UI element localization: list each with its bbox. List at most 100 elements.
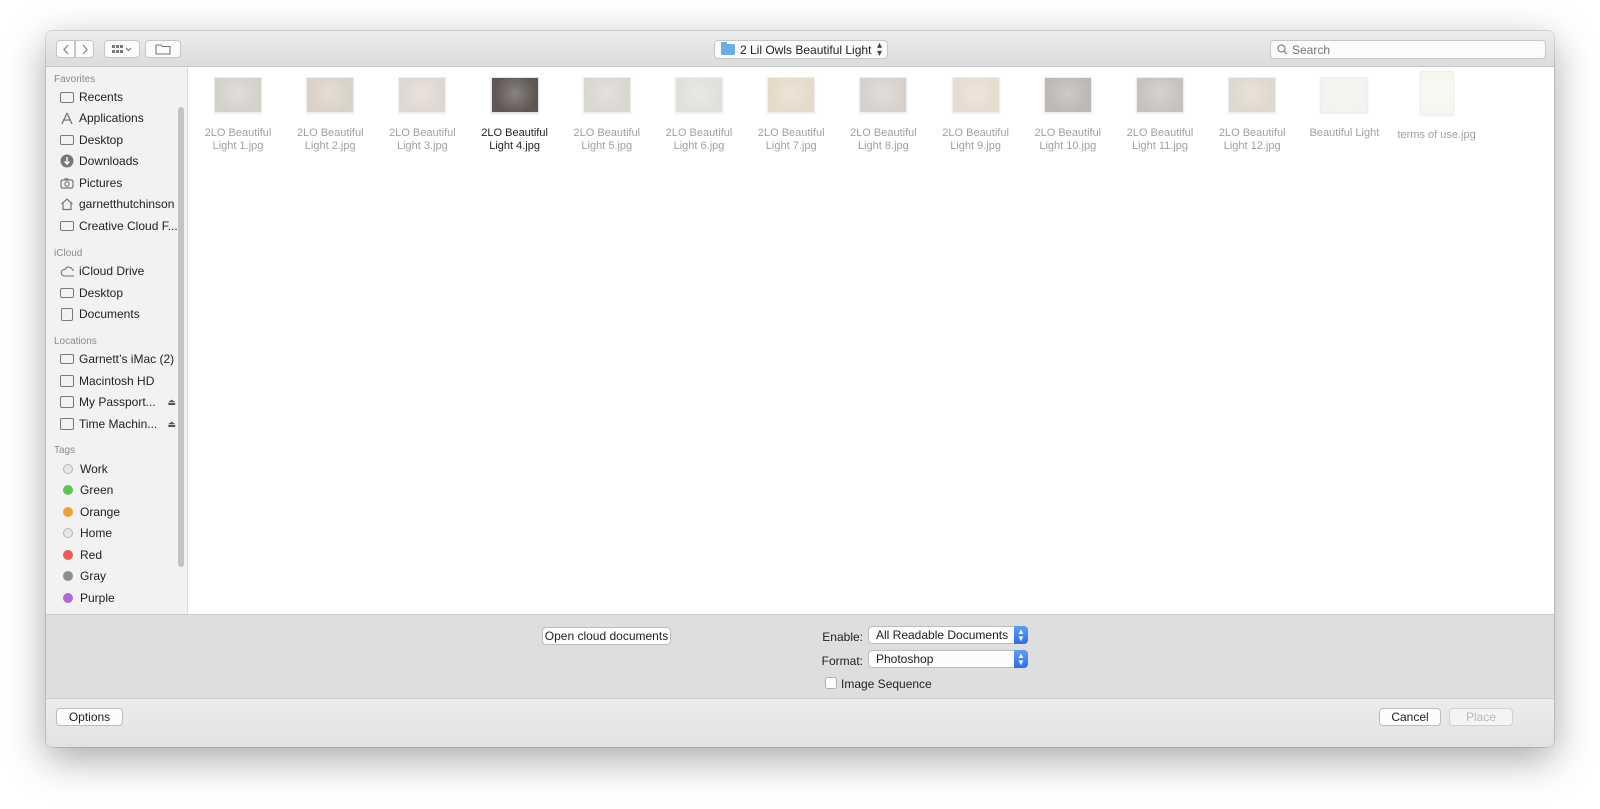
sidebar-item-imac[interactable]: Garnett’s iMac (2): [60, 349, 176, 369]
file-name-line2: Light 3.jpg: [397, 140, 448, 152]
sidebar-item-time-machine[interactable]: Time Machin... ⏏: [60, 414, 176, 434]
file-name-line1: 2LO Beautiful: [204, 127, 272, 139]
format-label: Format:: [821, 654, 863, 668]
eject-icon[interactable]: ⏏: [167, 397, 176, 408]
file-name-line2: Light 4.jpg: [489, 140, 540, 152]
chevron-right-icon: [82, 44, 88, 54]
sidebar-item-pictures[interactable]: Pictures: [60, 173, 176, 193]
place-button[interactable]: Place: [1449, 708, 1513, 726]
file-item[interactable]: 2LO Beautiful Light 5.jpg: [561, 77, 653, 153]
location-popup-label: 2 Lil Owls Beautiful Light: [740, 42, 872, 57]
sidebar-item-icloud-drive[interactable]: iCloud Drive: [60, 261, 176, 281]
file-item[interactable]: 2LO Beautiful Light 1.jpg: [192, 77, 284, 153]
open-cloud-documents-button[interactable]: Open cloud documents: [542, 627, 671, 645]
updown-arrows-icon: ▲ ▼: [1014, 626, 1028, 644]
sidebar-item-macintosh-hd[interactable]: Macintosh HD: [60, 371, 176, 391]
file-item[interactable]: 2LO Beautiful Light 7.jpg: [745, 77, 837, 153]
view-mode-button[interactable]: [104, 40, 140, 58]
file-thumbnail: [1043, 77, 1092, 113]
sidebar-item-label: Green: [80, 483, 114, 497]
sidebar-tag-gray[interactable]: Gray: [60, 566, 176, 586]
sidebar-tag-green[interactable]: Green: [60, 480, 176, 500]
search-field[interactable]: [1270, 40, 1546, 59]
sidebar-item-label: Purple: [80, 591, 115, 605]
file-item[interactable]: 2LO Beautiful Light 11.jpg: [1114, 77, 1206, 153]
file-name: 2LO Beautiful Light 3.jpg: [376, 127, 468, 153]
format-select[interactable]: Photoshop ▲ ▼: [868, 650, 1028, 668]
cancel-button[interactable]: Cancel: [1379, 708, 1441, 726]
file-item[interactable]: 2LO Beautiful Light 9.jpg: [930, 77, 1022, 153]
file-thumbnail: [1320, 77, 1369, 113]
sidebar-item-label: My Passport...: [79, 395, 156, 409]
back-button[interactable]: [56, 40, 75, 58]
forward-button[interactable]: [75, 40, 94, 58]
file-name-line1: 2LO Beautiful: [296, 127, 364, 139]
external-drive-icon: [60, 395, 74, 409]
format-select-value: Photoshop: [876, 652, 934, 666]
file-thumbnail: [1136, 77, 1184, 113]
sidebar-item-documents[interactable]: Documents: [60, 304, 176, 324]
file-item[interactable]: 2LO Beautiful Light 6.jpg: [653, 77, 745, 153]
new-folder-button[interactable]: [145, 40, 181, 58]
file-name-line1: 2LO Beautiful: [1034, 127, 1102, 139]
file-item[interactable]: terms of use.jpg: [1391, 71, 1483, 142]
sidebar-item-my-passport[interactable]: My Passport... ⏏: [60, 392, 176, 412]
sidebar-item-home[interactable]: garnetthutchinson: [60, 194, 176, 214]
file-item[interactable]: 2LO Beautiful Light 2.jpg: [284, 77, 376, 153]
file-item[interactable]: 2LO Beautiful Light 8.jpg: [837, 77, 929, 153]
file-name: 2LO Beautiful Light 12.jpg: [1206, 127, 1298, 153]
file-thumbnail: [1228, 77, 1277, 113]
sidebar-item-applications[interactable]: Applications: [60, 108, 176, 128]
file-name: 2LO Beautiful Light 10.jpg: [1022, 127, 1114, 153]
file-name-line1: 2LO Beautiful: [389, 127, 456, 139]
tag-dot-icon: [63, 507, 73, 517]
sidebar-item-icloud-desktop[interactable]: Desktop: [60, 283, 176, 303]
image-sequence-checkbox[interactable]: [825, 677, 837, 689]
file-name-line1: 2LO Beautiful: [665, 127, 733, 139]
sidebar-item-desktop[interactable]: Desktop: [60, 130, 176, 150]
enable-select[interactable]: All Readable Documents ▲ ▼: [868, 626, 1028, 644]
sidebar-item-label: Macintosh HD: [79, 374, 155, 388]
file-name: 2LO Beautiful Light 7.jpg: [745, 127, 837, 153]
file-name-line2: Light 1.jpg: [212, 140, 264, 152]
file-name-line2: Light 5.jpg: [581, 140, 633, 152]
file-name-line1: 2LO Beautiful: [942, 127, 1009, 139]
file-thumbnail: [951, 77, 1000, 113]
file-item[interactable]: 2LO Beautiful Light 3.jpg: [376, 77, 468, 153]
sidebar-item-downloads[interactable]: Downloads: [60, 151, 176, 171]
search-input[interactable]: [1292, 42, 1532, 57]
location-popup[interactable]: 2 Lil Owls Beautiful Light ▴ ▾: [714, 40, 888, 59]
sidebar-tag-orange[interactable]: Orange: [60, 502, 176, 522]
file-item[interactable]: 2LO Beautiful Light 4.jpg: [469, 77, 561, 153]
file-thumbnail: [214, 77, 262, 113]
desktop-icon: [60, 286, 74, 300]
file-item[interactable]: 2LO Beautiful Light 10.jpg: [1022, 77, 1114, 153]
file-thumbnail: [1419, 71, 1454, 115]
sidebar-tag-work[interactable]: Work: [60, 459, 176, 479]
file-name-line2: Light 8.jpg: [858, 140, 909, 152]
tag-dot-icon: [63, 571, 73, 581]
image-sequence-label: Image Sequence: [841, 677, 932, 691]
file-name-line1: 2LO Beautiful: [757, 127, 825, 139]
applications-icon: [60, 111, 74, 125]
file-name: 2LO Beautiful Light 11.jpg: [1114, 127, 1206, 153]
sidebar-scrollbar[interactable]: [178, 107, 184, 567]
sidebar-section-locations: Locations: [54, 336, 97, 347]
options-button[interactable]: Options: [56, 708, 123, 726]
time-machine-icon: [60, 417, 74, 431]
sidebar-tag-purple[interactable]: Purple: [60, 588, 176, 608]
search-icon: [1277, 44, 1288, 55]
sidebar-tag-home[interactable]: Home: [60, 523, 176, 543]
recents-icon: [60, 90, 74, 104]
sidebar-item-creative-cloud[interactable]: Creative Cloud F...: [60, 216, 178, 236]
file-item[interactable]: Beautiful Light: [1298, 77, 1390, 140]
file-name: 2LO Beautiful Light 1.jpg: [192, 127, 284, 153]
eject-icon[interactable]: ⏏: [167, 419, 176, 430]
sidebar-section-tags: Tags: [54, 445, 76, 456]
sidebar-tag-red[interactable]: Red: [60, 545, 176, 565]
file-item[interactable]: 2LO Beautiful Light 12.jpg: [1206, 77, 1298, 153]
file-thumbnail: [582, 77, 631, 113]
sidebar-item-recents[interactable]: Recents: [60, 87, 176, 107]
tag-dot-icon: [63, 550, 73, 560]
file-name-line2: Light 2.jpg: [304, 140, 356, 152]
